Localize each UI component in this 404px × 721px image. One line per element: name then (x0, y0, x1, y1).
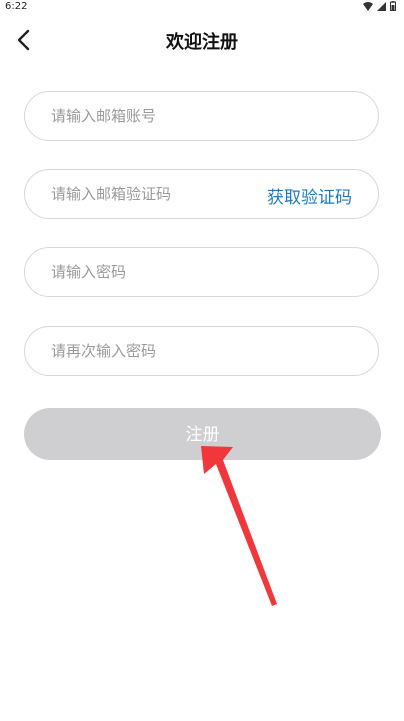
page-title: 欢迎注册 (166, 32, 238, 53)
code-field[interactable]: 获取验证码 (24, 169, 379, 219)
status-time: 6:22 (5, 1, 28, 12)
confirm-password-field[interactable] (24, 326, 379, 376)
battery-icon (390, 1, 396, 11)
header: 欢迎注册 (0, 20, 404, 60)
password-input[interactable] (51, 248, 251, 296)
signal-icon (377, 1, 386, 11)
email-input[interactable] (51, 92, 251, 140)
status-icons (363, 1, 396, 11)
email-field[interactable] (24, 91, 379, 141)
get-code-button[interactable]: 获取验证码 (267, 183, 352, 208)
password-field[interactable] (24, 247, 379, 297)
confirm-password-input[interactable] (51, 327, 251, 375)
status-bar: 6:22 (0, 0, 404, 14)
wifi-icon (363, 1, 373, 11)
code-input[interactable] (51, 170, 251, 218)
register-button[interactable]: 注册 (24, 408, 381, 460)
